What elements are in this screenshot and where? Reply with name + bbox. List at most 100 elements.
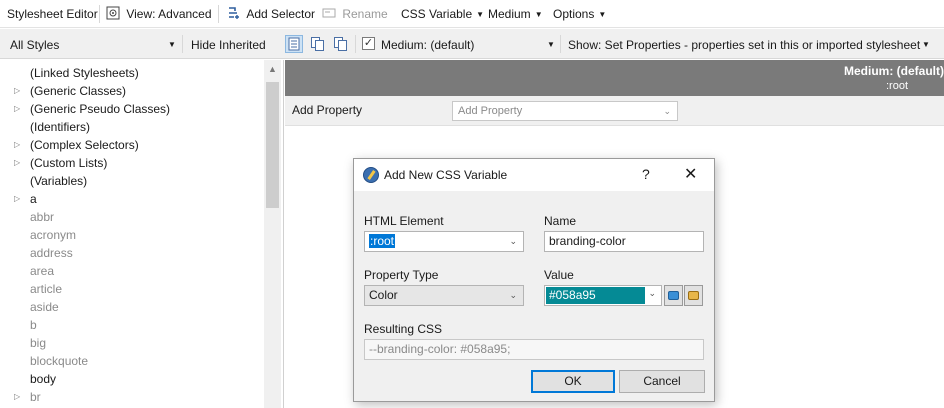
list-view-icon (288, 37, 300, 51)
options-menu[interactable]: Options ▼ (553, 6, 606, 22)
toolbar-separator (355, 35, 356, 53)
tree-item-label: big (30, 336, 47, 350)
add-property-row: Add Property Add Property ⌄ (285, 96, 944, 126)
color-picker-icon (668, 291, 679, 300)
editor-title: Stylesheet Editor (7, 7, 98, 21)
expand-arrow-icon[interactable]: ▷ (14, 154, 20, 172)
chevron-down-icon[interactable]: ▼ (547, 37, 555, 53)
clear-color-button[interactable] (684, 285, 703, 306)
add-css-variable-dialog: Add New CSS Variable ? ✕ HTML Element :r… (353, 158, 715, 402)
tree-item-label: (Complex Selectors) (30, 138, 139, 152)
rename-label: Rename (342, 7, 388, 21)
filter-toolbar: All Styles ▼ Hide Inherited ✓ Medium: (d… (0, 29, 944, 59)
chevron-down-icon: ▼ (476, 10, 485, 19)
property-type-value: Color (369, 288, 398, 302)
css-variable-label: CSS Variable (401, 7, 473, 21)
medium-checkbox[interactable]: ✓ (362, 37, 375, 50)
options-label: Options (553, 7, 595, 21)
tree-item-label: area (30, 264, 55, 278)
dialog-titlebar: Add New CSS Variable ? ✕ (354, 159, 714, 191)
chevron-down-icon: ▼ (598, 10, 607, 19)
chevron-down-icon: ▼ (534, 10, 543, 19)
show-select-value: Show: Set Properties - properties set in… (568, 38, 921, 52)
expand-arrow-icon[interactable]: ▷ (14, 82, 20, 100)
add-selector-button[interactable]: Add Selector (226, 6, 315, 22)
expand-arrow-icon[interactable]: ▷ (14, 136, 20, 154)
tree-item-label: (Generic Classes) (30, 84, 127, 98)
rename-icon (322, 8, 336, 18)
tree-item-label: body (30, 372, 57, 386)
scroll-thumb[interactable] (266, 82, 279, 208)
tree-item-label: b (30, 318, 37, 332)
tree-item-label: acronym (30, 228, 77, 242)
add-copy-button[interactable] (332, 35, 350, 53)
brush-icon (688, 291, 699, 300)
view-icon (106, 6, 120, 20)
copy-button[interactable] (309, 35, 327, 53)
ok-button[interactable]: OK (531, 370, 615, 393)
list-view-toggle[interactable] (285, 35, 303, 53)
scroll-up-icon[interactable]: ▲ (268, 64, 277, 74)
expand-arrow-icon[interactable]: ▷ (14, 100, 20, 118)
resulting-css-label: Resulting CSS (364, 322, 443, 336)
toolbar-separator (218, 5, 219, 23)
tree-item-label: article (30, 282, 63, 296)
add-property-combo[interactable]: Add Property ⌄ (452, 101, 678, 121)
view-label: View: Advanced (126, 7, 212, 21)
medium-menu[interactable]: Medium ▼ (488, 6, 543, 22)
medium-select-value: Medium: (default) (381, 38, 475, 52)
add-selector-icon (229, 7, 239, 19)
toolbar-separator (560, 35, 561, 53)
value-color-combo[interactable]: #058a95 ⌄ (544, 285, 662, 306)
tree-item-label: address (30, 246, 73, 260)
medium-title: Medium: (default) (844, 64, 944, 78)
tree-scrollbar[interactable]: ▲ (264, 60, 281, 408)
chevron-down-icon[interactable]: ▼ (168, 37, 176, 53)
chevron-down-icon: ⌄ (663, 106, 671, 116)
toolbar-separator (182, 35, 183, 53)
medium-label: Medium (488, 7, 531, 21)
tree-item-label: a (30, 192, 37, 206)
help-button[interactable]: ? (642, 166, 650, 182)
stylesheet-editor-icon (363, 167, 379, 183)
tree-item-label: (Generic Pseudo Classes) (30, 102, 171, 116)
add-selector-label: Add Selector (246, 7, 316, 21)
expand-arrow-icon[interactable]: ▷ (14, 388, 20, 406)
tree-item-label: br (30, 390, 41, 404)
html-element-value: :root (369, 234, 396, 248)
html-element-combo[interactable]: :root ⌄ (364, 231, 524, 252)
tree-item-label: (Custom Lists) (30, 156, 108, 170)
rename-button[interactable]: Rename (322, 6, 388, 22)
name-field[interactable]: branding-color (544, 231, 704, 252)
tree-item-label: abbr (30, 210, 55, 224)
show-select[interactable]: Show: Set Properties - properties set in… (568, 37, 920, 53)
tree-item-label: (Identifiers) (30, 120, 91, 134)
close-icon[interactable]: ✕ (684, 164, 697, 184)
expand-arrow-icon[interactable]: ▷ (14, 190, 20, 208)
add-property-label: Add Property (292, 103, 363, 117)
hide-inherited-button[interactable]: Hide Inherited (191, 37, 266, 53)
toolbar-separator (99, 5, 100, 23)
tree-item-label: blockquote (30, 354, 89, 368)
chevron-down-icon: ⌄ (509, 290, 517, 300)
selector-tree: (Linked Stylesheets) ▷ (Generic Classes) ▷ (… (0, 60, 284, 408)
color-picker-button[interactable] (664, 285, 683, 306)
resulting-css-field: --branding-color: #058a95; (364, 339, 704, 360)
css-variable-menu[interactable]: CSS Variable ▼ (401, 6, 484, 22)
name-label: Name (544, 214, 577, 228)
cancel-button[interactable]: Cancel (619, 370, 705, 393)
chevron-down-icon[interactable]: ▼ (922, 37, 930, 53)
add-property-placeholder: Add Property (458, 105, 523, 117)
tree-item-label: (Linked Stylesheets) (30, 66, 139, 80)
view-menu[interactable]: View: Advanced (106, 6, 212, 22)
styles-select[interactable]: All Styles (10, 37, 59, 53)
html-element-label: HTML Element (364, 214, 444, 228)
name-value: branding-color (549, 234, 626, 248)
copy-icon-front (315, 40, 324, 51)
property-type-select[interactable]: Color ⌄ (364, 285, 524, 306)
tree-item-label: (Variables) (30, 174, 88, 188)
chevron-down-icon: ⌄ (509, 236, 517, 246)
medium-header: Medium: (default) :root (285, 60, 944, 96)
medium-select[interactable]: Medium: (default) (381, 37, 474, 53)
main-toolbar: Stylesheet Editor View: Advanced Add Sel… (0, 0, 944, 28)
